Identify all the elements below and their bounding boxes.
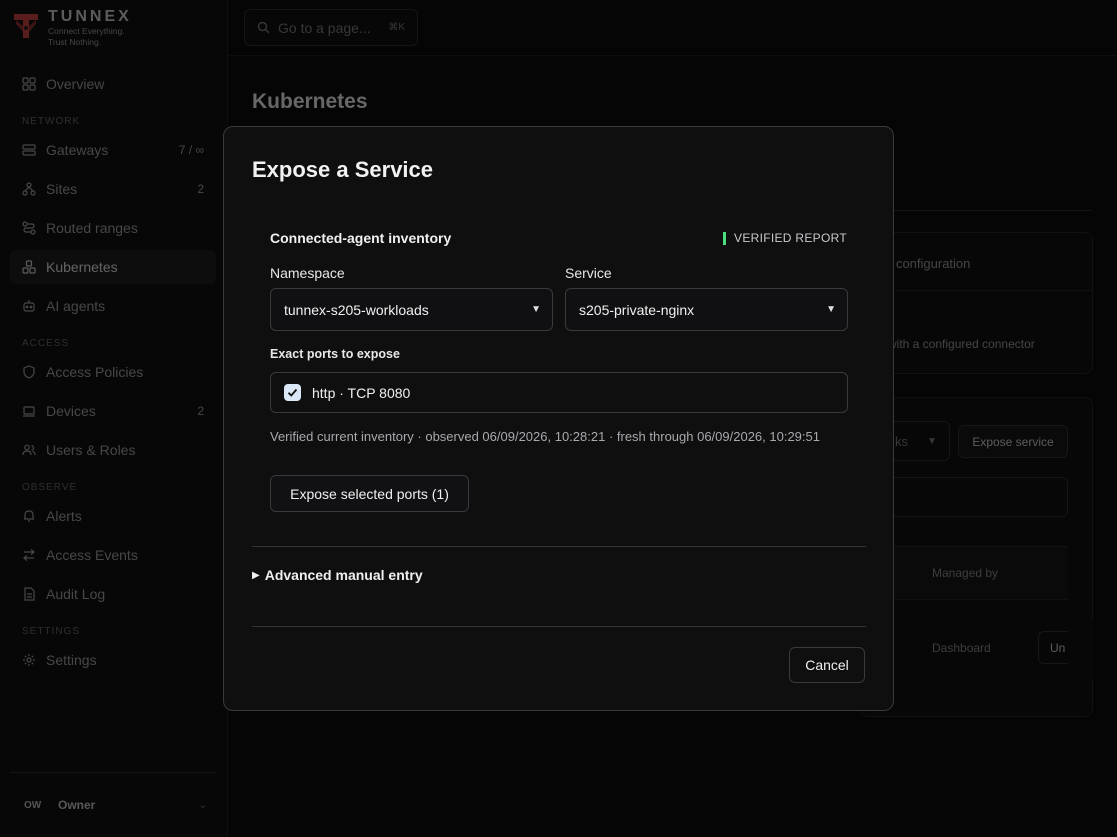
divider [252, 546, 866, 547]
check-icon [287, 388, 298, 397]
namespace-label: Namespace [270, 265, 345, 281]
namespace-select[interactable]: tunnex-s205-workloads ▼ [270, 288, 553, 331]
advanced-manual-entry-toggle[interactable]: ▶ Advanced manual entry [252, 567, 423, 583]
port-option-label: http · TCP 8080 [312, 384, 411, 401]
inventory-title: Connected-agent inventory [270, 230, 452, 246]
inventory-status-text: Verified current inventory · observed 06… [270, 429, 820, 444]
namespace-select-value: tunnex-s205-workloads [284, 301, 429, 318]
expose-selected-ports-button[interactable]: Expose selected ports (1) [270, 475, 469, 512]
chevron-down-icon: ▼ [826, 304, 836, 315]
caret-right-icon: ▶ [252, 569, 260, 581]
port-option-http-8080[interactable]: http · TCP 8080 [270, 372, 848, 413]
verified-indicator [723, 231, 727, 245]
dialog-title: Expose a Service [252, 157, 434, 182]
cancel-button[interactable]: Cancel [789, 647, 865, 683]
verified-badge-label: VERIFIED REPORT [734, 231, 847, 245]
verified-badge: VERIFIED REPORT [723, 231, 847, 245]
service-select[interactable]: s205-private-nginx ▼ [565, 288, 848, 331]
advanced-manual-entry-label: Advanced manual entry [264, 567, 423, 583]
divider [252, 626, 866, 627]
port-checkbox[interactable] [284, 384, 301, 401]
service-label: Service [565, 265, 612, 281]
chevron-down-icon: ▼ [531, 304, 541, 315]
service-select-value: s205-private-nginx [579, 301, 695, 318]
expose-service-dialog: Expose a Service Connected-agent invento… [223, 126, 894, 711]
ports-label: Exact ports to expose [270, 347, 400, 361]
